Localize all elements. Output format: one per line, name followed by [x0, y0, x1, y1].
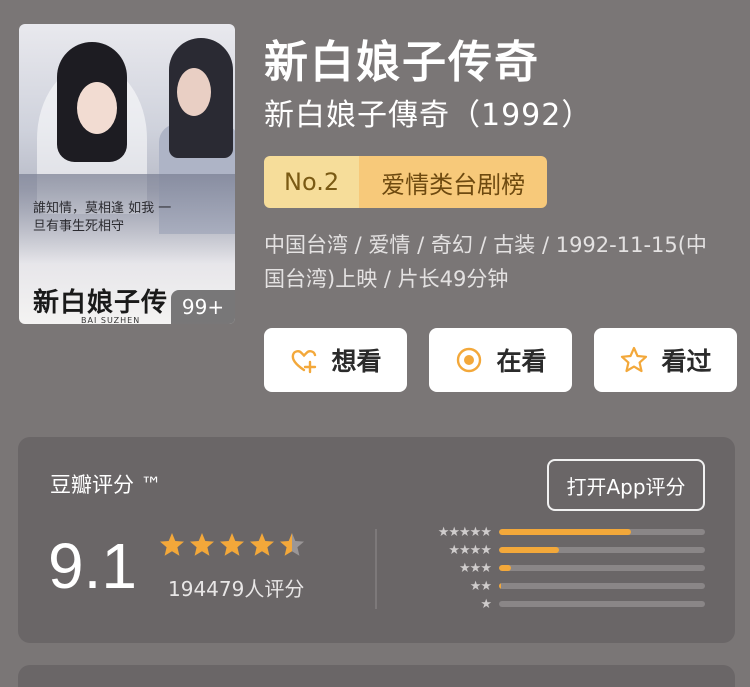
rating-distribution-row: ★★★ [413, 559, 713, 577]
rating-source-label: 豆瓣评分 ™ [50, 473, 162, 497]
movie-poster[interactable]: 誰知情，莫相逢 如我 一旦有事生死相守 新白娘子传奇 BAI SUZHEN 99… [19, 24, 235, 324]
next-section-card [18, 665, 735, 687]
distribution-stars-icon: ★★★★★ [437, 524, 492, 540]
page-title: 新白娘子传奇 [264, 37, 540, 88]
rating-distribution-row: ★★ [413, 577, 713, 595]
heart-plus-icon [289, 345, 319, 375]
rating-score: 9.1 [48, 530, 137, 602]
poster-title-sub: BAI SUZHEN [81, 316, 141, 324]
photo-count-badge[interactable]: 99+ [171, 290, 235, 324]
distribution-stars-icon: ★★ [469, 578, 492, 594]
rating-count[interactable]: 194479人评分 [168, 573, 304, 602]
distribution-bar-fill [499, 529, 631, 535]
distribution-bar-fill [499, 565, 512, 571]
poster-face-right [177, 68, 211, 116]
target-icon [454, 345, 484, 375]
watching-label: 在看 [496, 347, 547, 376]
rating-stars [158, 531, 306, 563]
watched-label: 看过 [661, 347, 712, 376]
watching-button[interactable]: 在看 [429, 328, 572, 392]
movie-meta: 中国台湾 / 爱情 / 奇幻 / 古装 / 1992-11-15(中国台湾)上映… [264, 233, 707, 291]
poster-face-left [77, 82, 117, 134]
rating-distribution-row: ★★★★ [413, 541, 713, 559]
distribution-bar-track [499, 601, 705, 607]
rating-star-icon [218, 531, 246, 563]
distribution-bar-track [499, 565, 705, 571]
rating-distribution: ★★★★★ ★★★★ ★★★ ★★ ★ [413, 523, 713, 613]
distribution-bar-track [499, 583, 705, 589]
rating-card: 豆瓣评分 ™ 打开App评分 9.1 194479人评分 ★★★★★ ★★★★ ★★… [18, 437, 735, 643]
rating-distribution-row: ★ [413, 595, 713, 613]
watched-button[interactable]: 看过 [594, 328, 737, 392]
rating-star-icon [158, 531, 186, 563]
action-buttons: 想看 在看 看过 [264, 328, 737, 392]
want-to-watch-label: 想看 [331, 347, 382, 376]
distribution-stars-icon: ★★★★ [448, 542, 492, 558]
rating-star-icon [278, 531, 306, 563]
rank-number: No.2 [264, 156, 360, 208]
rank-badge[interactable]: No.2 爱情类台剧榜 [264, 156, 548, 208]
star-outline-icon [619, 345, 649, 375]
rating-distribution-row: ★★★★★ [413, 523, 713, 541]
distribution-bar-track [499, 529, 705, 535]
distribution-bar-fill [499, 547, 559, 553]
rating-divider [375, 529, 377, 609]
rating-star-icon [188, 531, 216, 563]
rating-star-icon [248, 531, 276, 563]
rank-list-name: 爱情类台剧榜 [359, 156, 548, 208]
open-app-rating-button[interactable]: 打开App评分 [547, 459, 705, 511]
want-to-watch-button[interactable]: 想看 [264, 328, 407, 392]
original-title: 新白娘子傳奇（1992） [264, 98, 593, 133]
distribution-stars-icon: ★★★ [459, 560, 492, 576]
distribution-stars-icon: ★ [480, 596, 492, 612]
distribution-bar-track [499, 547, 705, 553]
poster-calligraphy: 誰知情，莫相逢 如我 一旦有事生死相守 [33, 201, 172, 234]
distribution-bar-fill [499, 583, 502, 589]
movie-detail-page: 誰知情，莫相逢 如我 一旦有事生死相守 新白娘子传奇 BAI SUZHEN 99… [0, 0, 750, 687]
